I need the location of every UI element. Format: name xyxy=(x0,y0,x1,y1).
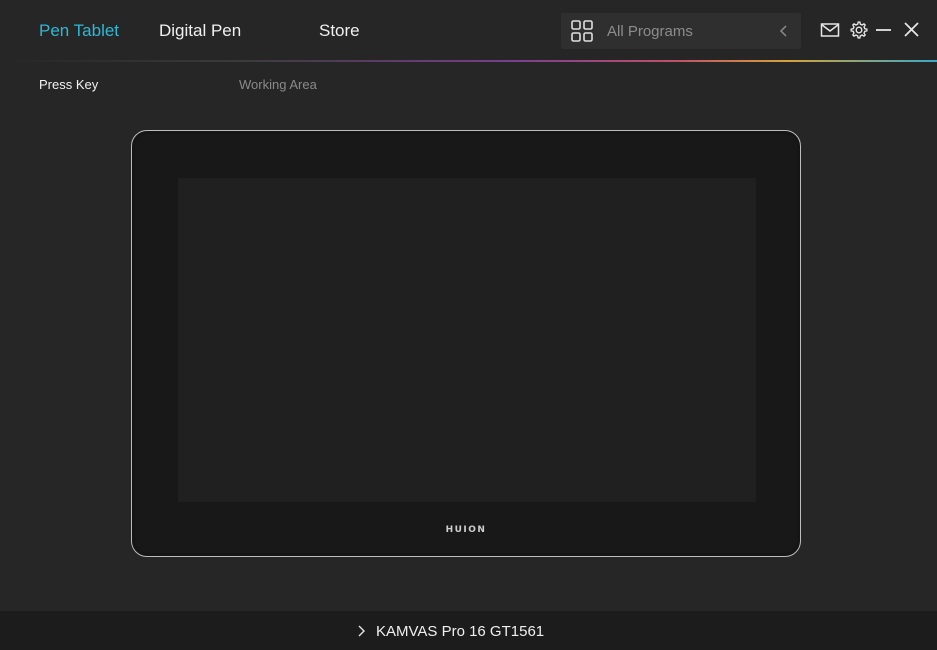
header-divider xyxy=(0,60,937,62)
chevron-left-icon[interactable] xyxy=(777,23,791,39)
huion-tablet-app: Pen Tablet Digital Pen Store All Program… xyxy=(0,0,937,650)
mail-icon[interactable] xyxy=(820,20,840,40)
program-selector[interactable]: All Programs xyxy=(561,13,801,49)
chevron-right-icon[interactable] xyxy=(356,624,366,638)
subtab-press-key[interactable]: Press Key xyxy=(39,77,98,93)
device-selector-bar[interactable]: KAMVAS Pro 16 GT1561 xyxy=(0,611,937,650)
tab-store[interactable]: Store xyxy=(319,20,360,42)
tab-pen-tablet[interactable]: Pen Tablet xyxy=(39,20,119,42)
minimize-icon[interactable] xyxy=(874,20,894,40)
tablet-logo: HUION xyxy=(445,525,487,535)
subtab-working-area[interactable]: Working Area xyxy=(239,77,317,93)
tab-digital-pen[interactable]: Digital Pen xyxy=(159,20,241,42)
device-name: KAMVAS Pro 16 GT1561 xyxy=(376,623,545,640)
close-icon[interactable] xyxy=(902,20,922,40)
gear-icon[interactable] xyxy=(849,20,869,40)
top-navigation-bar: Pen Tablet Digital Pen Store All Program… xyxy=(0,0,937,60)
tablet-screen xyxy=(178,178,756,502)
tablet-illustration: HUION xyxy=(131,130,801,557)
program-selector-label: All Programs xyxy=(607,23,693,40)
grid-icon xyxy=(571,20,593,42)
